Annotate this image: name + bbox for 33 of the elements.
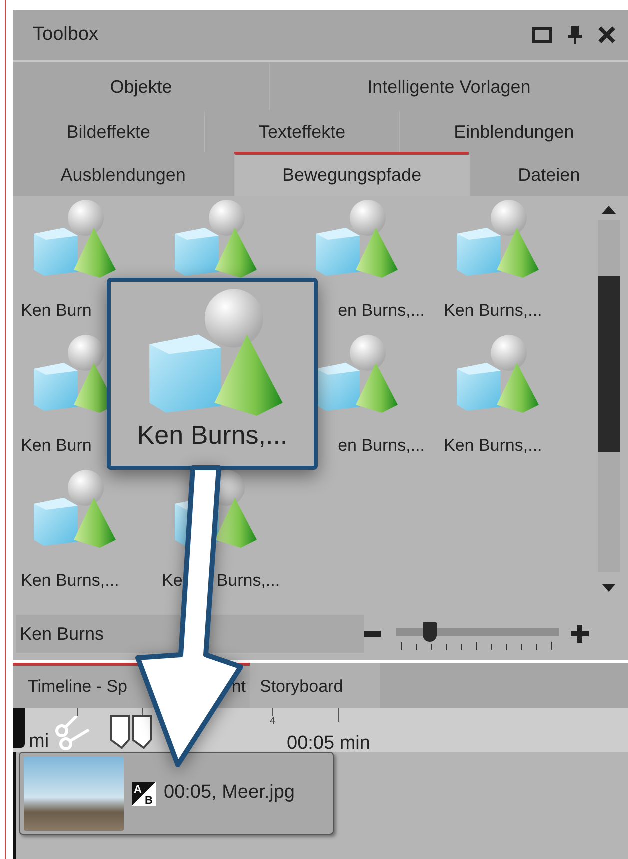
transition-icon: A B (132, 782, 156, 806)
slider-thumb[interactable] (423, 622, 438, 642)
timeline-clip[interactable]: A B 00:05, Meer.jpg (19, 752, 334, 835)
tab[interactable]: Bildeffekte (13, 110, 204, 152)
ruler-label: mi (29, 730, 50, 754)
close-icon[interactable] (598, 26, 616, 44)
clip-caption: 00:05, Meer.jpg (164, 781, 295, 806)
item-label: en Burns,... (338, 300, 425, 322)
item-label: Ke (162, 570, 183, 592)
tab[interactable]: Objekte (13, 62, 270, 110)
item-label: Ken Burn (21, 300, 92, 322)
tab[interactable]: Storyboard (250, 663, 380, 708)
tab[interactable]: Ausblendungen (13, 152, 234, 196)
scroll-up-icon[interactable] (602, 206, 616, 214)
tick-label: 4 (270, 715, 276, 729)
item-label: Ken Burns,... (21, 570, 120, 592)
preview-label: Ken Burns,... (137, 419, 288, 452)
item-label: Ken Burns,... (444, 300, 542, 322)
name-field[interactable]: Ken Burns (16, 615, 364, 653)
playhead-marker (13, 708, 25, 748)
scroll-down-icon[interactable] (602, 584, 616, 592)
item-label: en Burns,... (338, 435, 425, 457)
item-label: Burns,... (216, 570, 280, 592)
maximize-icon[interactable] (532, 27, 552, 43)
tab[interactable]: Bewegungspfade (234, 152, 470, 196)
tab[interactable]: Intelligente Vorlagen (269, 62, 628, 110)
panel-title: Toolbox (33, 22, 98, 47)
pin-icon[interactable] (568, 26, 582, 44)
marker-icon[interactable] (109, 714, 153, 750)
item-label: Ken Burns,... (444, 435, 542, 457)
plus-icon[interactable] (571, 625, 589, 643)
item-label: Ken Burn (21, 435, 92, 457)
scrollbar-thumb[interactable] (598, 276, 620, 452)
